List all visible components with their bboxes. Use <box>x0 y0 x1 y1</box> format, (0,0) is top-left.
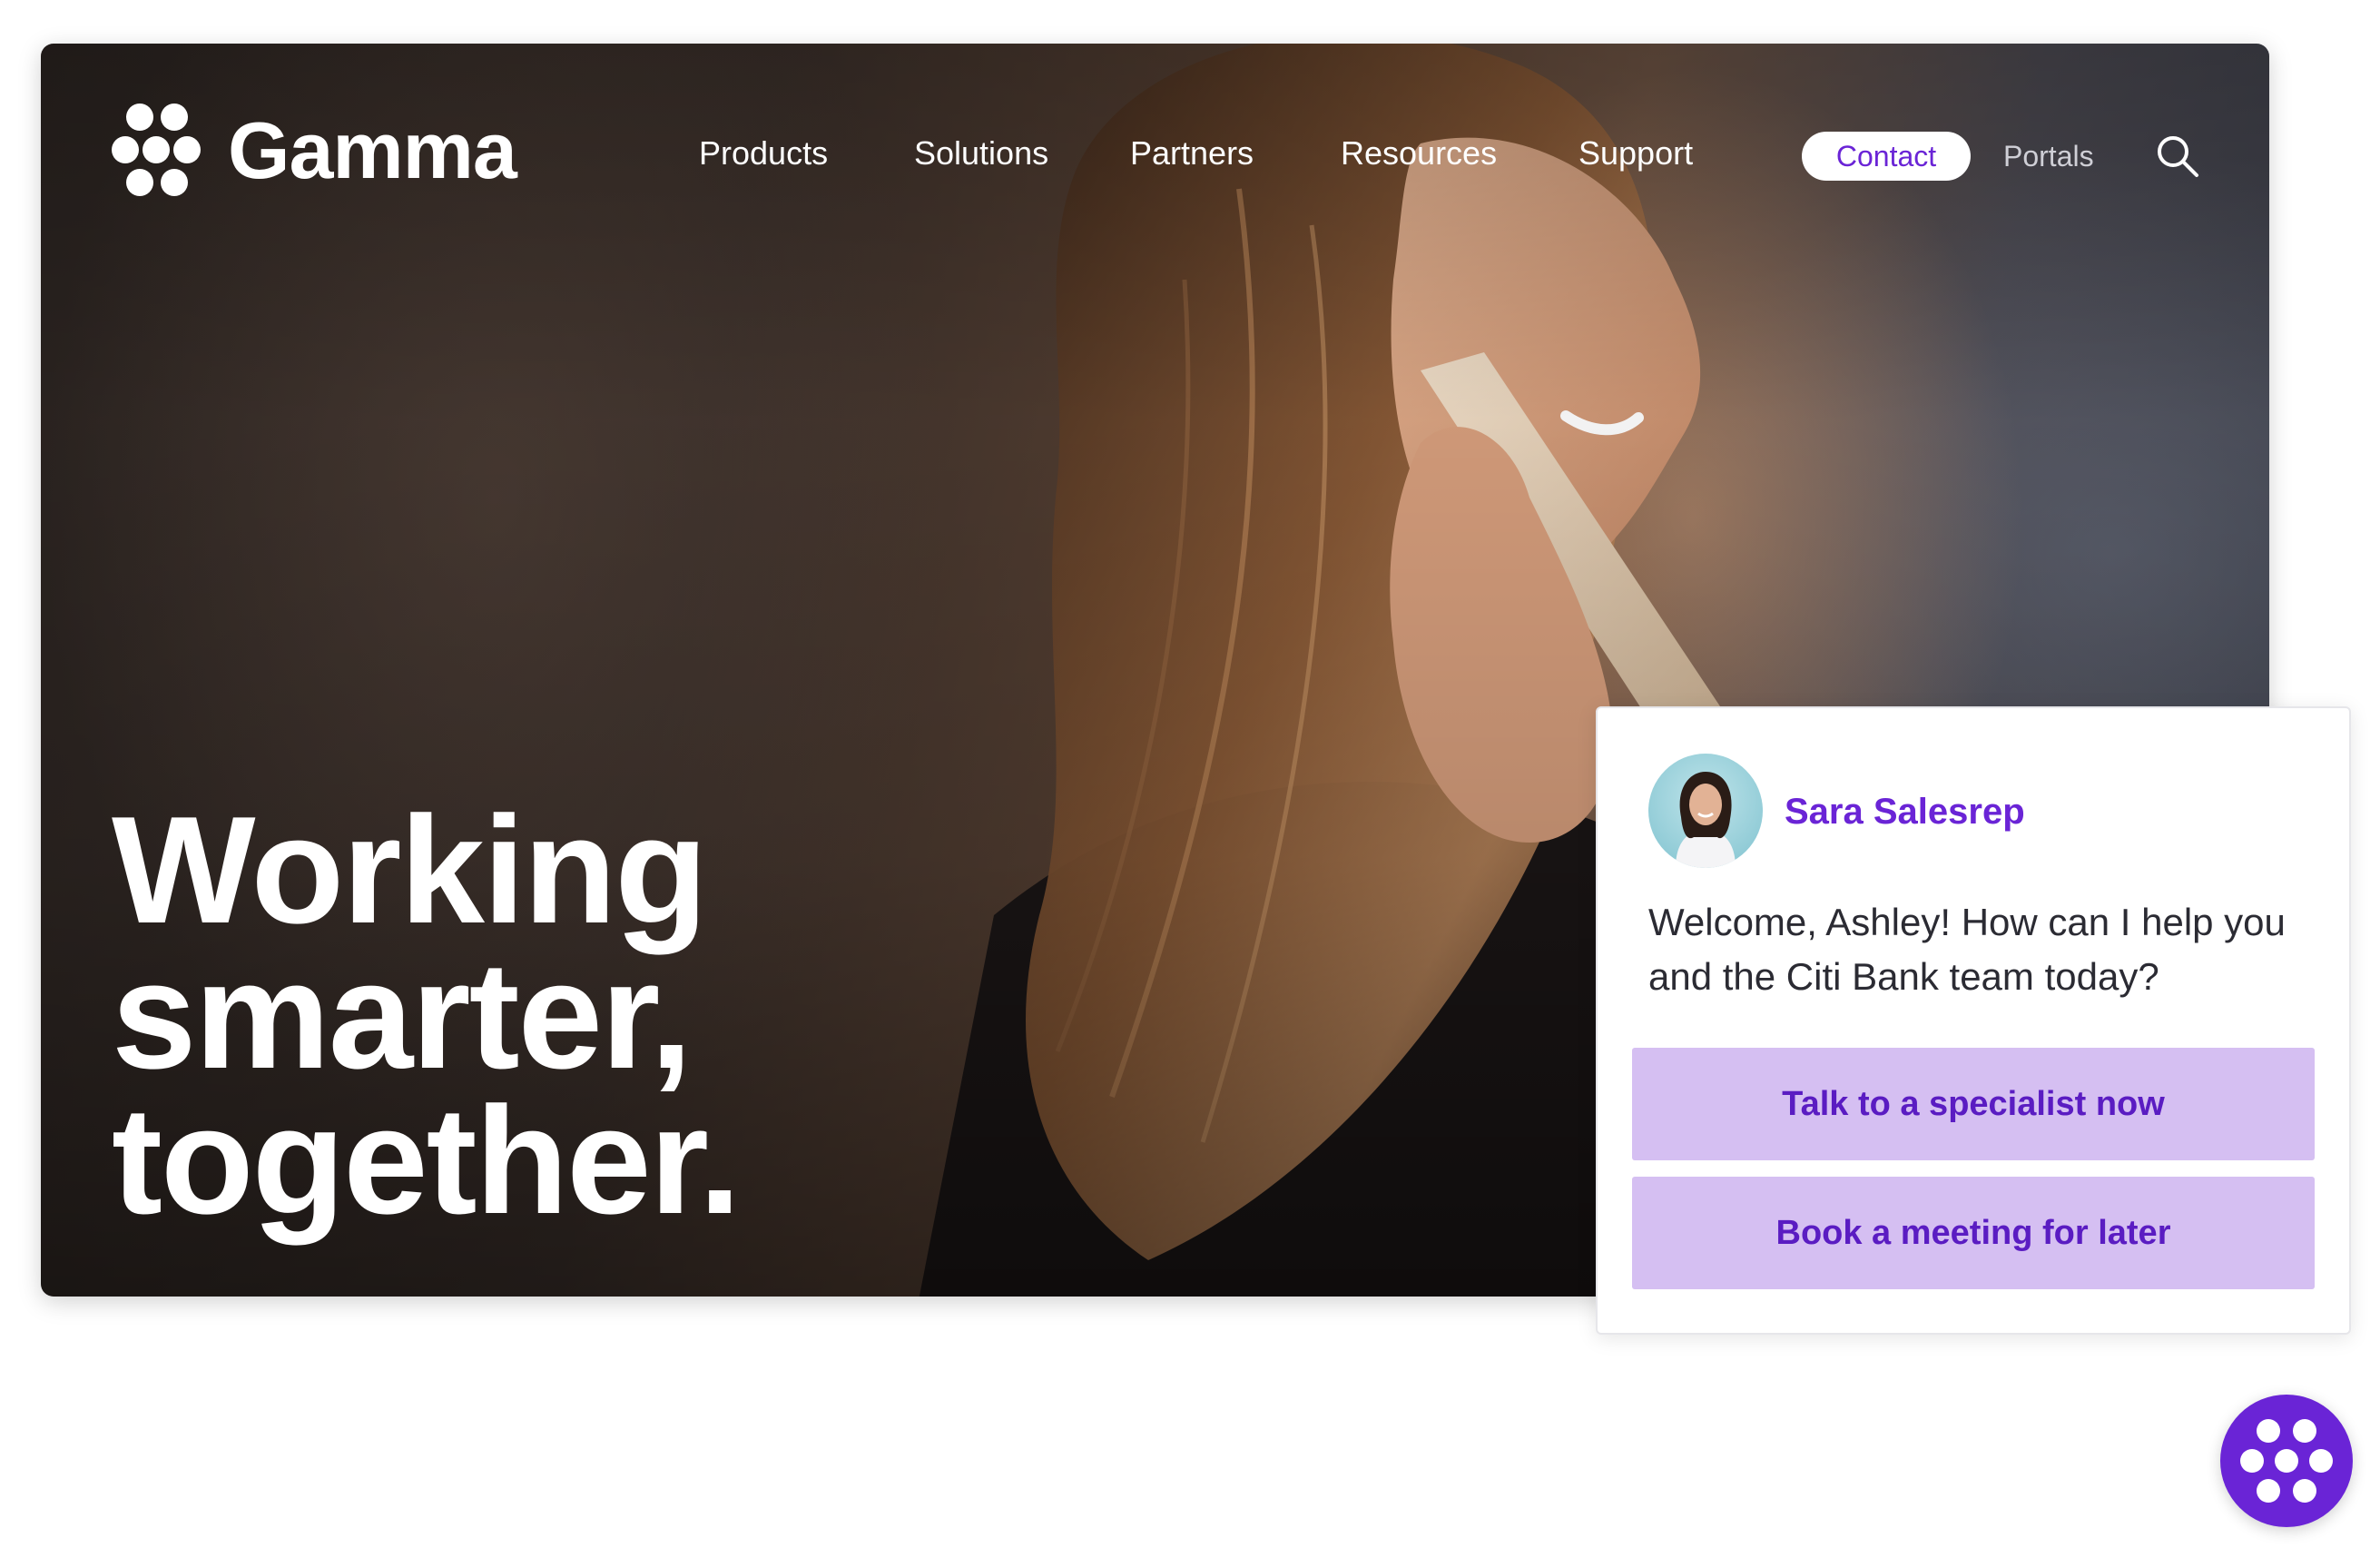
gamma-logo[interactable]: Gamma <box>112 104 517 198</box>
nav-item-products[interactable]: Products <box>699 134 828 173</box>
portals-link[interactable]: Portals <box>2003 140 2094 173</box>
nav-item-resources[interactable]: Resources <box>1341 134 1497 173</box>
top-navigation: Gamma Products Solutions Partners Resour… <box>41 44 2269 243</box>
hero-headline: Working smarter, together. <box>112 784 741 1246</box>
headline-line-2: smarter, <box>112 930 693 1100</box>
search-icon[interactable] <box>2154 133 2201 180</box>
agent-name: Sara Salesrep <box>1785 792 2025 832</box>
book-meeting-button[interactable]: Book a meeting for later <box>1632 1177 2315 1289</box>
chat-launcher-button[interactable] <box>2220 1395 2353 1527</box>
brand-name: Gamma <box>228 105 517 195</box>
nav-item-solutions[interactable]: Solutions <box>914 134 1048 173</box>
gamma-logo-icon <box>112 104 201 198</box>
nav-item-partners[interactable]: Partners <box>1130 134 1254 173</box>
contact-button[interactable]: Contact <box>1802 132 1971 181</box>
chat-widget: Sara Salesrep Welcome, Ashley! How can I… <box>1596 706 2351 1335</box>
talk-to-specialist-button[interactable]: Talk to a specialist now <box>1632 1048 2315 1160</box>
headline-line-3: together. <box>112 1075 741 1246</box>
chat-message: Welcome, Ashley! How can I help you and … <box>1648 901 2286 998</box>
nav-item-support[interactable]: Support <box>1578 134 1693 173</box>
headline-line-1: Working <box>112 784 708 955</box>
agent-avatar <box>1648 754 1763 868</box>
